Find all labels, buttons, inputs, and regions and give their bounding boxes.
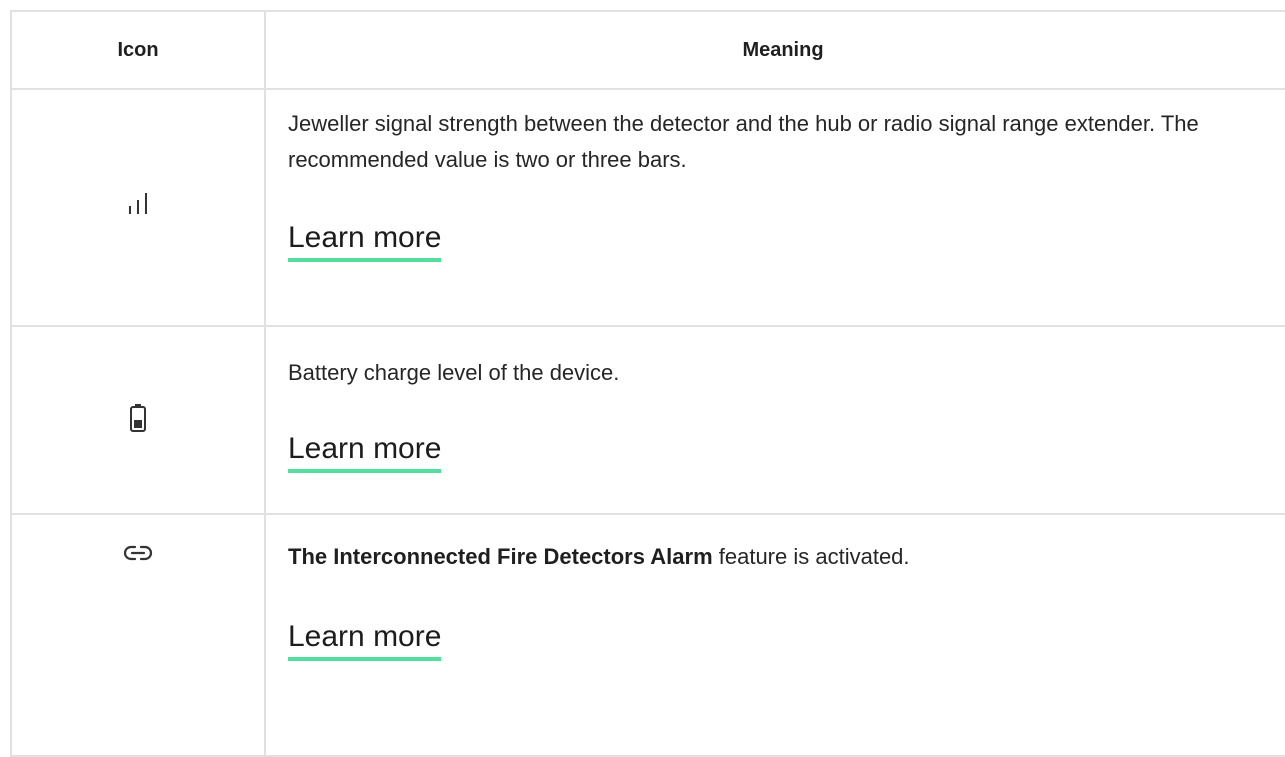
meaning-cell: The Interconnected Fire Detectors Alarm … — [264, 513, 1285, 757]
table-row: Battery charge level of the device. Lear… — [10, 325, 1285, 515]
icon-cell — [10, 513, 266, 757]
link-icon — [123, 545, 153, 561]
interconnected-alarm-description-rest: feature is activated. — [712, 544, 910, 569]
table-row: Jeweller signal strength between the det… — [10, 88, 1285, 327]
interconnected-alarm-description: The Interconnected Fire Detectors Alarm … — [288, 539, 1280, 575]
icon-cell — [10, 325, 266, 515]
signal-strength-description: Jeweller signal strength between the det… — [288, 111, 1199, 172]
battery-learn-more-link[interactable]: Learn more — [288, 431, 442, 473]
icon-column-header: Icon — [10, 10, 266, 90]
icon-cell — [10, 88, 266, 327]
signal-strength-learn-more-link[interactable]: Learn more — [288, 220, 442, 262]
signal-strength-icon — [129, 193, 147, 214]
table-row: The Interconnected Fire Detectors Alarm … — [10, 513, 1285, 757]
battery-icon — [130, 403, 146, 432]
meaning-cell: Jeweller signal strength between the det… — [264, 88, 1285, 327]
interconnected-alarm-learn-more-link[interactable]: Learn more — [288, 619, 442, 661]
table-header-row: Icon Meaning — [10, 10, 1285, 90]
icon-meaning-table: Icon Meaning Jeweller signal strength be… — [10, 10, 1285, 757]
meaning-cell: Battery charge level of the device. Lear… — [264, 325, 1285, 515]
meaning-column-header: Meaning — [264, 10, 1285, 90]
battery-description: Battery charge level of the device. — [288, 360, 620, 385]
interconnected-alarm-feature-name: The Interconnected Fire Detectors Alarm — [288, 544, 713, 569]
